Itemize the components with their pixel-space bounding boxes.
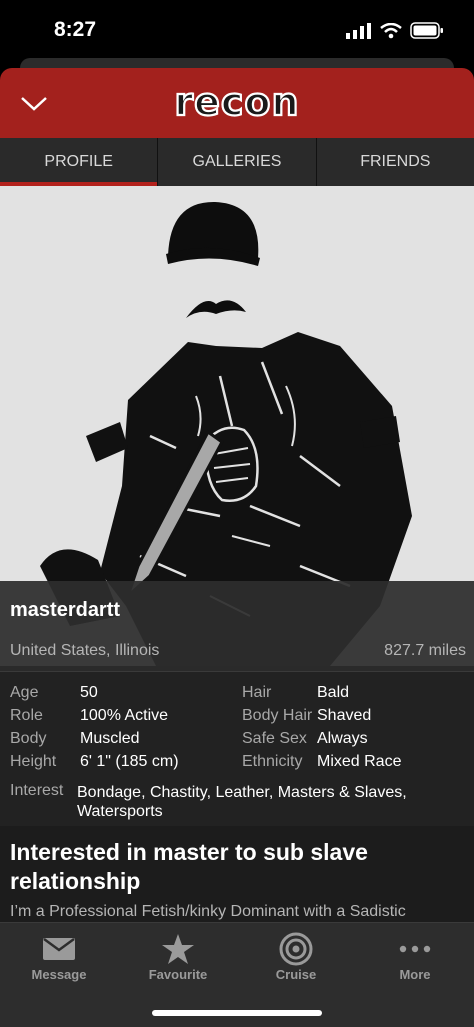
stat-label-safe-sex: Safe Sex xyxy=(242,730,307,747)
stat-label-interest: Interest xyxy=(10,782,64,799)
stat-value-hair: Bald xyxy=(317,684,350,701)
envelope-icon xyxy=(40,931,78,967)
distance: 827.7 miles xyxy=(384,642,466,659)
nav-favourite[interactable]: Favourite xyxy=(119,923,237,993)
stat-value-interest-line1: Bondage, Chastity, Leather, Masters & Sl… xyxy=(77,784,407,801)
status-time: 8:27 xyxy=(54,18,97,41)
more-dots-icon xyxy=(396,931,434,967)
about-title: Interested in master to sub slave relati… xyxy=(10,839,368,894)
about-text: I’m a Professional Fetish/kinky Dominant… xyxy=(10,903,406,920)
stat-value-safe-sex: Always xyxy=(317,730,368,747)
stat-value-ethnicity: Mixed Race xyxy=(317,753,402,770)
stat-value-body: Muscled xyxy=(80,730,140,747)
status-bar: 8:27 xyxy=(0,0,474,62)
battery-icon xyxy=(410,22,443,39)
stat-label-hair: Hair xyxy=(242,684,272,701)
nav-cruise[interactable]: Cruise xyxy=(237,923,355,993)
stat-label-role: Role xyxy=(10,707,43,724)
status-icons xyxy=(346,22,444,39)
tab-profile[interactable]: PROFILE xyxy=(0,138,159,186)
profile-summary: masterdartt United States, Illinois 827.… xyxy=(0,581,474,671)
collapse-button[interactable] xyxy=(18,88,50,118)
tab-friends[interactable]: FRIENDS xyxy=(317,138,474,186)
location: United States, Illinois xyxy=(10,642,160,659)
app-header: recon xyxy=(0,68,474,138)
nav-label-more: More xyxy=(399,967,431,982)
star-icon xyxy=(159,931,197,967)
signal-icon xyxy=(346,22,371,39)
nav-message[interactable]: Message xyxy=(0,923,118,993)
tab-galleries[interactable]: GALLERIES xyxy=(158,138,317,186)
nav-label-cruise: Cruise xyxy=(275,967,317,982)
stat-value-height: 6' 1" (185 cm) xyxy=(80,753,179,770)
stat-label-age: Age xyxy=(10,684,39,701)
nav-more[interactable]: More xyxy=(356,923,474,993)
profile-stats: Age 50 Role 100% Active Body Muscled Hei… xyxy=(0,671,474,827)
stat-label-body: Body xyxy=(10,730,47,747)
profile-tabs: PROFILE GALLERIES FRIENDS xyxy=(0,138,474,186)
target-icon xyxy=(277,931,315,967)
stat-label-ethnicity: Ethnicity xyxy=(242,753,303,770)
stat-value-role: 100% Active xyxy=(80,707,169,724)
stat-label-body-hair: Body Hair xyxy=(242,707,313,724)
stat-value-body-hair: Shaved xyxy=(317,707,372,724)
home-indicator[interactable] xyxy=(152,1010,322,1016)
chevron-down-icon xyxy=(21,97,47,111)
about-section: Interested in master to sub slave relati… xyxy=(0,826,474,926)
nav-label-message: Message xyxy=(31,967,87,982)
nav-label-favourite: Favourite xyxy=(148,967,208,982)
stat-label-height: Height xyxy=(10,753,57,770)
recon-logo: recon xyxy=(173,82,299,125)
stat-value-interest-line2: Watersports xyxy=(77,803,163,820)
logo-text: recon xyxy=(174,82,299,124)
wifi-icon xyxy=(380,22,402,38)
stat-value-age: 50 xyxy=(80,684,98,701)
username: masterdartt xyxy=(10,599,121,621)
